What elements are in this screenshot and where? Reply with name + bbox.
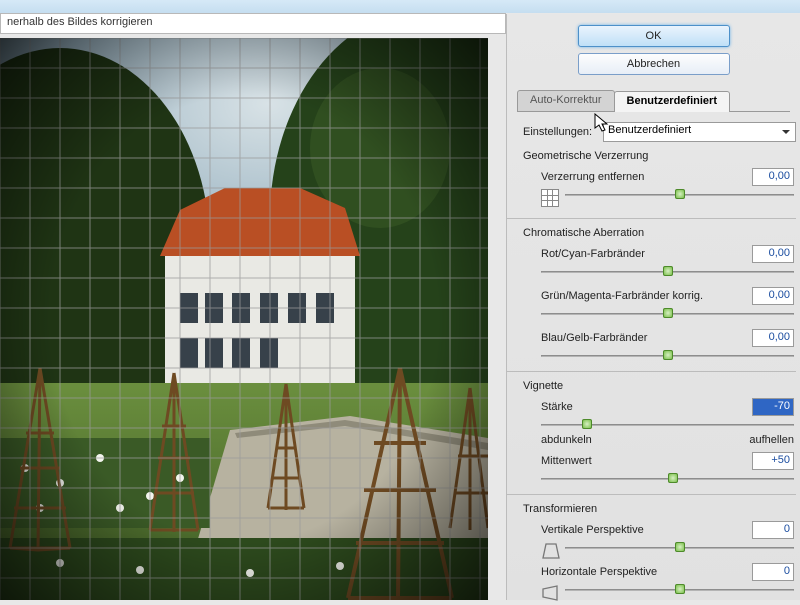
blue-yellow-slider[interactable] xyxy=(541,349,794,363)
tab-custom[interactable]: Benutzerdefiniert xyxy=(614,91,730,112)
vignette-midpoint-label: Mittenwert xyxy=(541,455,592,467)
vignette-midpoint-slider[interactable] xyxy=(541,472,794,486)
vpersp-slider[interactable] xyxy=(565,541,794,555)
green-magenta-label: Grün/Magenta-Farbränder korrig. xyxy=(541,290,703,302)
green-magenta-value[interactable]: 0,00 xyxy=(752,287,794,305)
blue-yellow-value[interactable]: 0,00 xyxy=(752,329,794,347)
vpersp-value[interactable]: 0 xyxy=(752,521,794,539)
vpersp-label: Vertikale Perspektive xyxy=(541,524,644,536)
settings-label: Einstellungen: xyxy=(523,126,603,138)
tab-auto-correction[interactable]: Auto-Korrektur xyxy=(517,90,615,111)
vignette-lighten-label: aufhellen xyxy=(749,434,794,446)
blue-yellow-label: Blau/Gelb-Farbränder xyxy=(541,332,647,344)
remove-distortion-label: Verzerrung entfernen xyxy=(541,171,644,183)
ok-button[interactable]: OK xyxy=(578,25,730,47)
tab-bar: Auto-Korrektur Benutzerdefiniert xyxy=(517,90,790,112)
cancel-button[interactable]: Abbrechen xyxy=(578,53,730,75)
hpersp-slider[interactable] xyxy=(565,583,794,597)
section-transform-title: Transformieren xyxy=(523,503,796,515)
hpersp-label: Horizontale Perspektive xyxy=(541,566,657,578)
grid-icon[interactable] xyxy=(541,189,559,207)
dialog-title: nerhalb des Bildes korrigieren xyxy=(0,13,506,34)
image-preview[interactable] xyxy=(0,38,488,600)
horizontal-perspective-icon[interactable] xyxy=(541,584,561,602)
red-cyan-label: Rot/Cyan-Farbränder xyxy=(541,248,645,260)
window-titlebar xyxy=(0,0,800,13)
settings-dropdown[interactable]: Benutzerdefiniert xyxy=(603,122,796,142)
red-cyan-slider[interactable] xyxy=(541,265,794,279)
red-cyan-value[interactable]: 0,00 xyxy=(752,245,794,263)
vignette-darken-label: abdunkeln xyxy=(541,434,592,446)
controls-pane: OK Abbrechen Auto-Korrektur Benutzerdefi… xyxy=(506,14,800,600)
vertical-perspective-icon[interactable] xyxy=(541,542,561,560)
section-vignette-title: Vignette xyxy=(523,380,796,392)
hpersp-value[interactable]: 0 xyxy=(752,563,794,581)
vignette-amount-label: Stärke xyxy=(541,401,573,413)
vignette-midpoint-value[interactable]: +50 xyxy=(752,452,794,470)
section-chroma-title: Chromatische Aberration xyxy=(523,227,796,239)
vignette-amount-slider[interactable] xyxy=(541,418,794,432)
vignette-amount-value[interactable]: -70 xyxy=(752,398,794,416)
green-magenta-slider[interactable] xyxy=(541,307,794,321)
section-distortion-title: Geometrische Verzerrung xyxy=(523,150,796,162)
remove-distortion-slider[interactable] xyxy=(565,188,794,202)
settings-value: Benutzerdefiniert xyxy=(608,124,691,136)
remove-distortion-value[interactable]: 0,00 xyxy=(752,168,794,186)
